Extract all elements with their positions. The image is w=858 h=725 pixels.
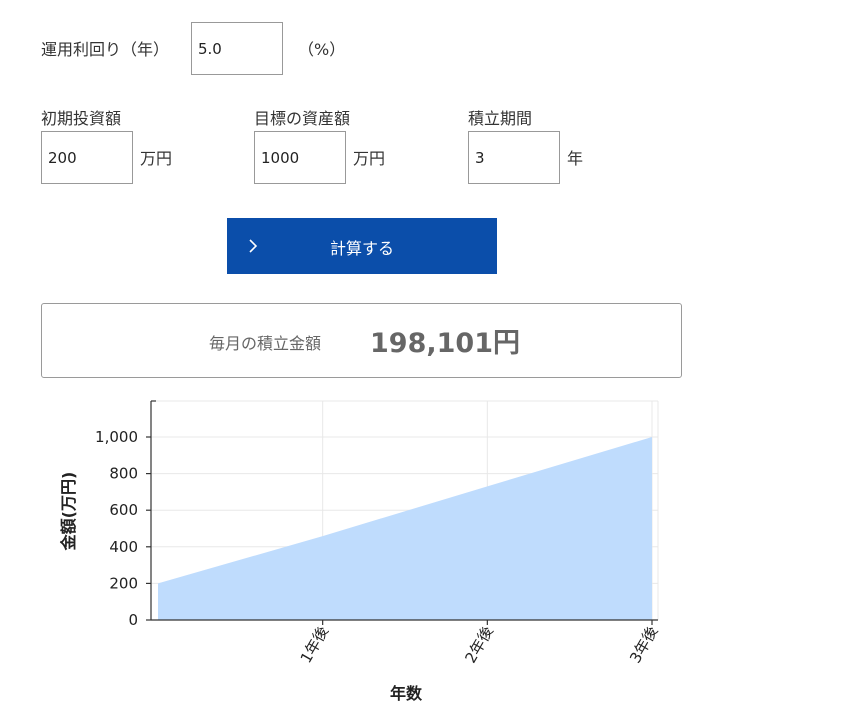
result-panel: 毎月の積立金額 198,101円 xyxy=(41,303,682,378)
target-label: 目標の資産額 xyxy=(254,109,351,128)
y-tick-label: 1,000 xyxy=(95,428,138,446)
y-tick-label: 0 xyxy=(128,611,138,629)
initial-input[interactable] xyxy=(41,131,133,184)
y-tick-label: 400 xyxy=(109,538,138,556)
calculate-button[interactable]: 計算する xyxy=(227,218,497,274)
y-tick-label: 800 xyxy=(109,465,138,483)
rate-label: 運用利回り（年） xyxy=(41,40,170,59)
y-tick-label: 600 xyxy=(109,501,138,519)
y-tick-label: 200 xyxy=(109,574,138,592)
target-unit: 万円 xyxy=(353,149,386,168)
monthly-amount-value: 198,101円 xyxy=(370,328,520,359)
period-input[interactable] xyxy=(468,131,560,184)
y-axis-title: 金額(万円) xyxy=(59,472,78,552)
x-axis-title: 年数 xyxy=(390,684,423,703)
result-label: 毎月の積立金額 xyxy=(209,334,322,353)
target-input[interactable] xyxy=(254,131,346,184)
x-tick-label: 1年後 xyxy=(297,623,332,666)
initial-label: 初期投資額 xyxy=(41,109,122,128)
rate-unit: （%） xyxy=(298,40,346,59)
period-label: 積立期間 xyxy=(468,109,533,128)
area-series xyxy=(158,437,652,620)
calculate-button-label: 計算する xyxy=(329,239,394,258)
rate-input[interactable] xyxy=(191,22,283,75)
x-tick-label: 2年後 xyxy=(461,623,496,666)
savings-area-chart: 0 200 400 600 800 1,000 1年後 2年後 3年後年数 金額(万円) xyxy=(59,400,661,703)
x-tick-label: 3年後 xyxy=(626,623,661,666)
initial-unit: 万円 xyxy=(140,149,173,168)
period-unit: 年 xyxy=(567,149,584,168)
